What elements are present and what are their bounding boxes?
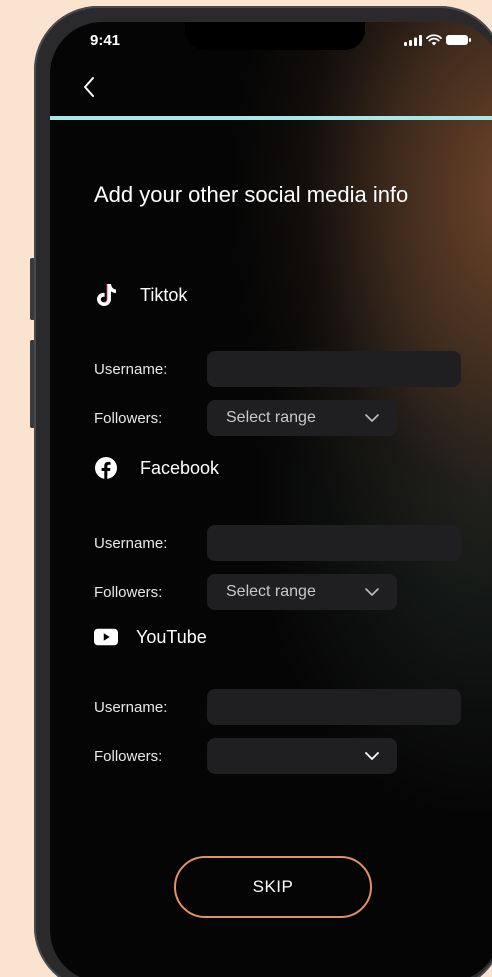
section-name: Tiktok <box>140 284 188 305</box>
section-header: Facebook <box>94 453 474 483</box>
section-header: Tiktok <box>94 280 474 310</box>
facebook-icon <box>94 456 118 480</box>
section-header: YouTube <box>94 622 474 652</box>
status-time: 9:41 <box>90 32 121 49</box>
skip-button[interactable]: SKIP <box>174 856 372 918</box>
chevron-down-icon <box>365 588 379 596</box>
progress-bar <box>50 116 492 120</box>
youtube-username-input[interactable] <box>207 689 461 725</box>
username-row: Username: <box>94 351 461 387</box>
username-label: Username: <box>94 534 168 552</box>
notch <box>185 22 365 50</box>
chevron-down-icon <box>365 752 379 760</box>
phone-screen: 9:41 Add your other social media info Ti… <box>50 22 492 977</box>
section-facebook: Facebook Username: Followers: Select ran… <box>94 453 474 610</box>
followers-row: Followers: Select range <box>94 400 397 436</box>
followers-label: Followers: <box>94 747 163 765</box>
signal-icon <box>404 34 422 46</box>
tiktok-followers-select[interactable]: Select range <box>207 400 397 436</box>
section-name: YouTube <box>136 626 207 647</box>
followers-row: Followers: <box>94 738 397 774</box>
section-youtube: YouTube Username: Followers: <box>94 622 474 774</box>
back-button[interactable] <box>74 72 104 102</box>
youtube-followers-select[interactable] <box>207 738 397 774</box>
facebook-followers-select[interactable]: Select range <box>207 574 397 610</box>
username-row: Username: <box>94 689 461 725</box>
status-icons <box>404 34 472 46</box>
username-label: Username: <box>94 360 168 378</box>
followers-label: Followers: <box>94 409 163 427</box>
chevron-down-icon <box>365 414 379 422</box>
tiktok-icon <box>94 283 118 307</box>
facebook-username-input[interactable] <box>207 525 461 561</box>
followers-label: Followers: <box>94 583 163 601</box>
username-label: Username: <box>94 698 168 716</box>
tiktok-username-input[interactable] <box>207 351 461 387</box>
select-value: Select range <box>226 583 316 600</box>
section-tiktok: Tiktok Username: Followers: Select range <box>94 280 474 436</box>
select-value: Select range <box>226 409 316 426</box>
followers-row: Followers: Select range <box>94 574 397 610</box>
wifi-icon <box>426 34 442 46</box>
page-title: Add your other social media info <box>94 182 409 207</box>
section-name: Facebook <box>140 457 220 478</box>
username-row: Username: <box>94 525 461 561</box>
chevron-left-icon <box>84 77 94 97</box>
battery-icon <box>446 35 471 45</box>
youtube-icon <box>94 625 118 649</box>
